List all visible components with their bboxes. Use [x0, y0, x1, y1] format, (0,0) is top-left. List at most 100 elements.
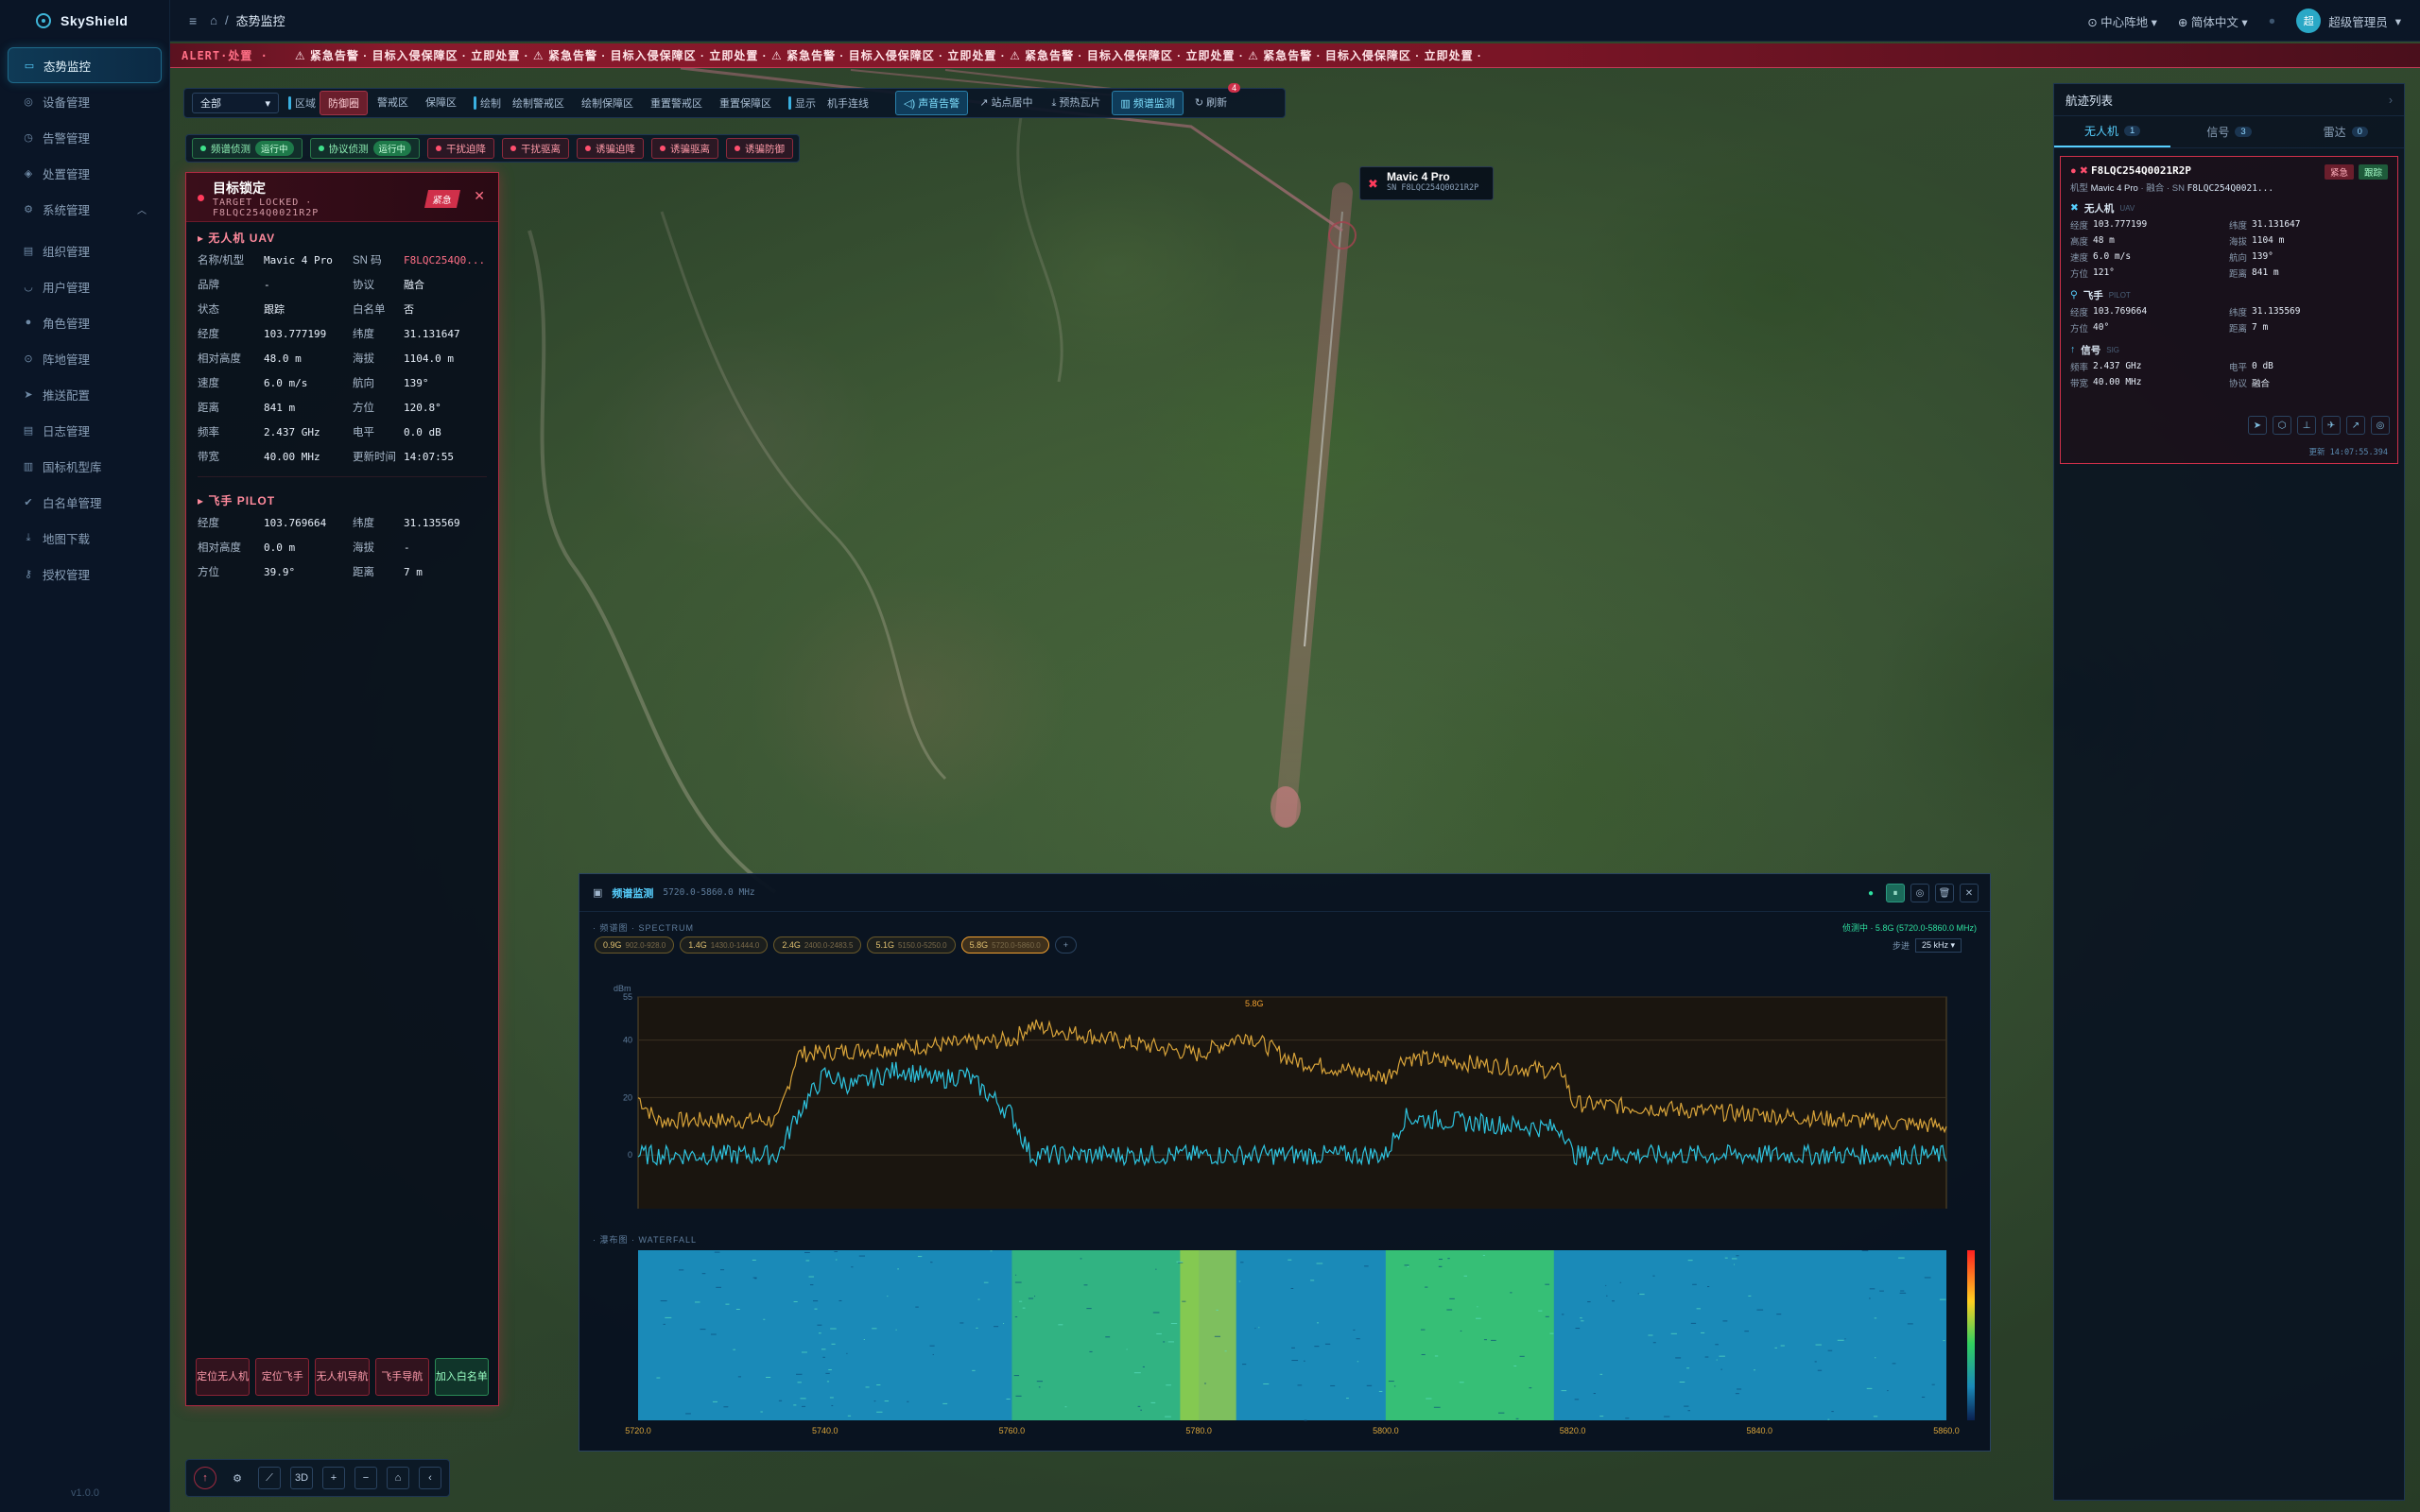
clear-icon[interactable]: 🗑: [1935, 884, 1954, 902]
land-icon[interactable]: ⊥: [2297, 416, 2316, 435]
sidebar-item-1[interactable]: ◎ 设备管理: [8, 83, 162, 119]
status-chip-5[interactable]: 诱骗驱离: [651, 138, 719, 159]
toolbar-btn-4[interactable]: ↻ 刷新: [1187, 91, 1235, 115]
home-icon[interactable]: ⌂: [210, 13, 217, 27]
view-mode-button[interactable]: 3D: [290, 1467, 313, 1489]
launch-icon[interactable]: ✈: [2322, 416, 2341, 435]
area-btn-0[interactable]: 防御圈: [320, 91, 368, 115]
close-icon[interactable]: ✕: [1960, 884, 1979, 902]
lock-action-2[interactable]: 无人机导航: [315, 1358, 370, 1396]
field-label: 海拔: [353, 353, 374, 365]
status-chip-2[interactable]: 干扰迫降: [427, 138, 495, 159]
locate-icon[interactable]: ➤: [2248, 416, 2267, 435]
band-2[interactable]: 2.4G 2400.0-2483.5: [773, 936, 862, 954]
add-band-button[interactable]: +: [1054, 936, 1077, 954]
download-icon: ⤓: [26, 531, 31, 543]
sidebar-item-6[interactable]: ◡ 用户管理: [8, 268, 162, 304]
area-btn-1[interactable]: 警戒区: [370, 91, 416, 115]
zoom-in-button[interactable]: +: [322, 1467, 345, 1489]
draw-btn-2[interactable]: 重置警戒区: [643, 92, 710, 114]
draw-btn-3[interactable]: 重置保障区: [712, 92, 779, 114]
track-tab-2[interactable]: 雷达 0: [2288, 116, 2404, 147]
expel-icon[interactable]: ↗: [2346, 416, 2365, 435]
sidebar-item-5[interactable]: ▤ 组织管理: [8, 232, 162, 268]
user-menu[interactable]: 超超级管理员 ▾: [2296, 9, 2401, 33]
filter-select[interactable]: 全部 ▾: [192, 93, 279, 113]
waterfall-noise: [1036, 1381, 1044, 1383]
waterfall-noise: [851, 1266, 854, 1268]
sidebar-item-11[interactable]: ▥ 国标机型库: [8, 448, 162, 484]
band-1[interactable]: 1.4G 1430.0-1444.0: [680, 936, 769, 954]
track-tab-0[interactable]: 无人机 1: [2054, 116, 2171, 147]
sidebar-item-8[interactable]: ⊙ 阵地管理: [8, 340, 162, 376]
draw-btn-0[interactable]: 绘制警戒区: [505, 92, 572, 114]
lock-action-0[interactable]: 定位无人机: [196, 1358, 251, 1396]
waterfall-signal-block: [1385, 1250, 1554, 1420]
show-btn-0[interactable]: 机手连线: [820, 92, 876, 114]
y-tick-label: 40: [623, 1036, 632, 1045]
waterfall-noise: [1482, 1254, 1485, 1256]
lock-action-3[interactable]: 飞手导航: [374, 1358, 429, 1396]
language-selector[interactable]: ⊕ 简体中文 ▾: [2178, 12, 2248, 30]
sidebar-item-7[interactable]: ● 角色管理: [8, 304, 162, 340]
close-icon[interactable]: ✕: [474, 188, 485, 204]
home-view-icon[interactable]: ⌂: [387, 1467, 409, 1489]
pause-icon[interactable]: ⏸: [1886, 884, 1905, 902]
waterfall-noise: [808, 1276, 815, 1278]
waterfall-noise: [1943, 1340, 1945, 1342]
site-selector[interactable]: ⊙ 中心阵地 ▾: [2087, 12, 2157, 30]
waterfall-noise: [712, 1400, 717, 1402]
sidebar-item-4[interactable]: ⚙ 系统管理 ︿: [8, 191, 162, 227]
status-chip-3[interactable]: 干扰驱离: [502, 138, 570, 159]
settings-icon[interactable]: ⚙: [226, 1467, 249, 1489]
band-4[interactable]: 5.8G 5720.0-5860.0: [960, 936, 1049, 954]
sidebar-item-2[interactable]: ◷ 告警管理: [8, 119, 162, 155]
waterfall-noise: [1931, 1383, 1935, 1385]
sidebar-item-10[interactable]: ▤ 日志管理: [8, 412, 162, 448]
waterfall-noise: [865, 1386, 870, 1388]
area-btn-2[interactable]: 保障区: [418, 91, 464, 115]
waterfall-noise: [1774, 1347, 1777, 1349]
status-chip-4[interactable]: 诱骗迫降: [577, 138, 645, 159]
toolbar-btn-1[interactable]: ↗ 站点居中: [972, 91, 1040, 115]
spectrum-title: 频谱监测: [612, 887, 654, 900]
menu-toggle-icon[interactable]: ≡: [189, 13, 197, 28]
sidebar-item-3[interactable]: ◈ 处置管理: [8, 155, 162, 191]
track-tab-1[interactable]: 信号 3: [2170, 116, 2287, 147]
waterfall-noise: [1003, 1323, 1005, 1325]
waterfall-noise: [1580, 1317, 1582, 1319]
sidebar-item-12[interactable]: ✔ 白名单管理: [8, 484, 162, 520]
y-tick-label: 55: [623, 992, 632, 1002]
sidebar-item-13[interactable]: ⤓ 地图下载: [8, 520, 162, 556]
waterfall-noise: [737, 1376, 741, 1378]
y-tick-label: 20: [623, 1092, 632, 1102]
zoom-out-button[interactable]: −: [354, 1467, 377, 1489]
collapse-icon[interactable]: ‹: [419, 1467, 441, 1489]
lock-action-1[interactable]: 定位飞手: [255, 1358, 310, 1396]
record-icon[interactable]: ◎: [1910, 884, 1929, 902]
uav-map-label[interactable]: ✖ Mavic 4 Pro SN F8LQC254Q0021R2P: [1359, 166, 1494, 200]
draw-btn-1[interactable]: 绘制保障区: [574, 92, 641, 114]
band-3[interactable]: 5.1G 5150.0-5250.0: [867, 936, 956, 954]
status-chip-6[interactable]: 诱骗防御: [726, 138, 794, 159]
sidebar-item-0[interactable]: ▭ 态势监控: [8, 47, 162, 83]
track-card[interactable]: ● ✖ F8LQC254Q0021R2P 紧急 跟踪 机型 Mavic 4 Pr…: [2060, 156, 2398, 464]
waterfall-noise: [1133, 1372, 1141, 1374]
status-chip-0[interactable]: 频谱侦测 运行中: [192, 138, 302, 159]
shield-icon[interactable]: ⬡: [2273, 416, 2291, 435]
waterfall-noise: [1407, 1265, 1409, 1267]
toolbar-btn-3[interactable]: ▥ 频谱监测: [1112, 91, 1184, 115]
sidebar-item-9[interactable]: ➤ 推送配置: [8, 376, 162, 412]
lock-action-4[interactable]: 加入白名单: [434, 1358, 490, 1396]
band-0[interactable]: 0.9G 902.0-928.0: [595, 936, 675, 954]
status-chip-1[interactable]: 协议侦测 运行中: [309, 138, 421, 159]
compass-icon[interactable]: ↑: [194, 1467, 216, 1489]
target-icon[interactable]: ◎: [2371, 416, 2390, 435]
collapse-panel-icon[interactable]: ›: [2389, 94, 2393, 107]
toolbar-btn-2[interactable]: ⤓ 预热瓦片: [1044, 91, 1108, 115]
sidebar-item-14[interactable]: ⚷ 授权管理: [8, 556, 162, 592]
resolution-select[interactable]: 25 kHz ▾: [1914, 938, 1962, 953]
waterfall-noise: [1214, 1335, 1220, 1337]
toolbar-btn-0[interactable]: ◁) 声音告警: [895, 91, 969, 115]
measure-icon[interactable]: ⟋: [258, 1467, 281, 1489]
